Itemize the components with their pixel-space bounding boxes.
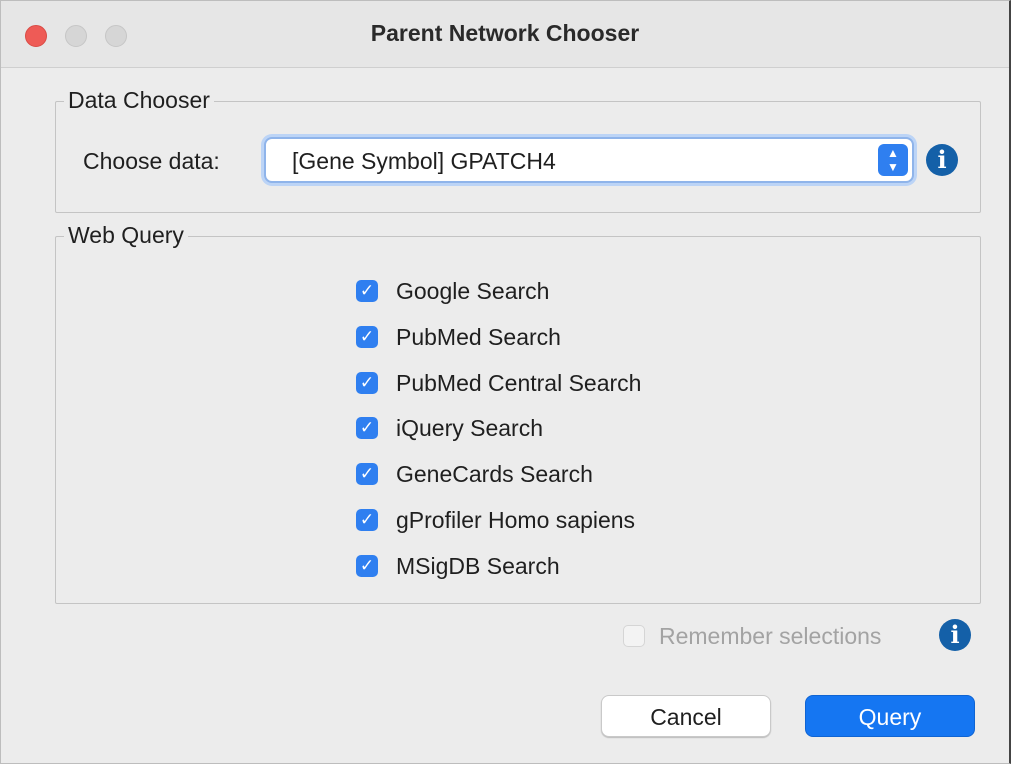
remember-info-icon[interactable]: i bbox=[939, 619, 971, 651]
web-query-group: Web Query ✓ Google Search ✓ PubMed Searc… bbox=[55, 222, 981, 604]
checkbox-checked-icon[interactable]: ✓ bbox=[356, 371, 378, 394]
title-bar: Parent Network Chooser bbox=[1, 1, 1009, 68]
option-label: Google Search bbox=[396, 278, 550, 304]
choose-data-value: [Gene Symbol] GPATCH4 bbox=[292, 148, 556, 174]
data-chooser-legend: Data Chooser bbox=[64, 87, 214, 114]
checkbox-checked-icon[interactable]: ✓ bbox=[356, 280, 378, 302]
remember-selections-checkbox bbox=[623, 625, 645, 647]
cancel-button[interactable]: Cancel bbox=[601, 695, 771, 737]
web-query-legend: Web Query bbox=[64, 222, 188, 249]
option-label: PubMed Search bbox=[396, 323, 561, 350]
option-label: GeneCards Search bbox=[396, 461, 593, 488]
checkbox-checked-icon[interactable]: ✓ bbox=[356, 325, 378, 348]
select-arrows-icon: ▲ ▼ bbox=[878, 144, 908, 176]
window-title: Parent Network Chooser bbox=[370, 20, 640, 46]
option-label: MSigDB Search bbox=[396, 552, 560, 579]
option-label: iQuery Search bbox=[396, 415, 544, 442]
data-chooser-group: Data Chooser Choose data: [Gene Symbol] … bbox=[55, 87, 981, 213]
choose-data-label: Choose data: bbox=[83, 148, 220, 174]
data-info-icon[interactable]: i bbox=[926, 144, 958, 176]
choose-data-select[interactable]: [Gene Symbol] GPATCH4 ▲ ▼ bbox=[264, 137, 914, 183]
query-button[interactable]: Query bbox=[805, 695, 975, 737]
checkbox-checked-icon[interactable]: ✓ bbox=[356, 554, 378, 577]
checkbox-checked-icon[interactable]: ✓ bbox=[356, 417, 378, 440]
option-label: gProfiler Homo sapiens bbox=[396, 506, 636, 533]
dialog-window: Parent Network Chooser Data Chooser Choo… bbox=[0, 0, 1011, 764]
checkbox-checked-icon[interactable]: ✓ bbox=[356, 463, 378, 486]
remember-selections-label: Remember selections bbox=[659, 623, 882, 649]
option-label: PubMed Central Search bbox=[396, 369, 642, 396]
checkbox-checked-icon[interactable]: ✓ bbox=[356, 508, 378, 531]
